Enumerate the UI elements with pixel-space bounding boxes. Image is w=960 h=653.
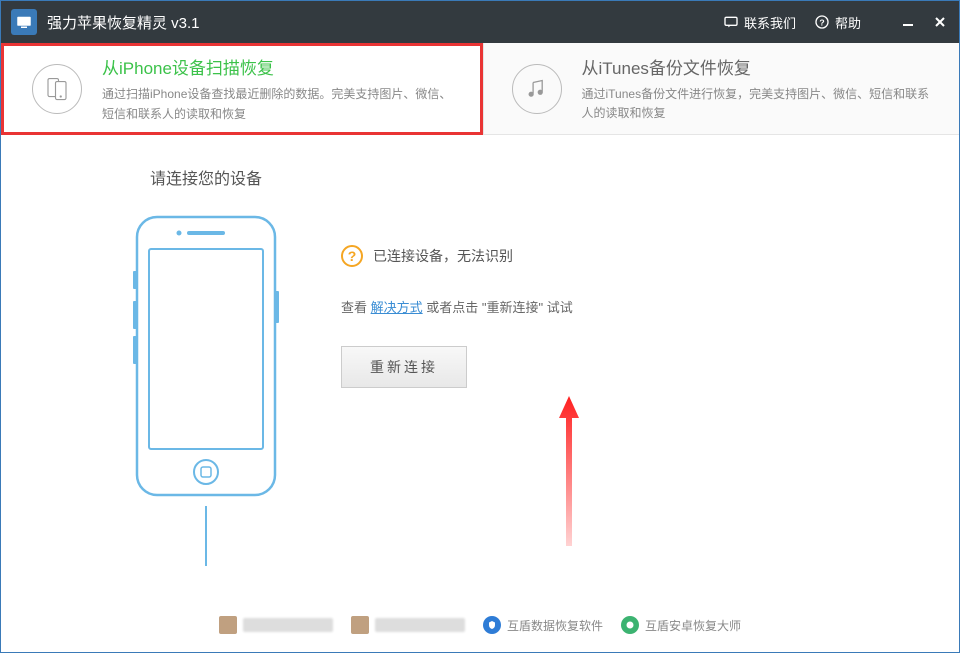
help-icon: ? (814, 14, 830, 30)
mode-iphone-desc: 通过扫描iPhone设备查找最近删除的数据。完美支持图片、微信、短信和联系人的读… (102, 85, 452, 123)
chat-icon (723, 14, 739, 30)
connect-prompt: 请连接您的设备 (150, 165, 262, 189)
phone-devices-icon (32, 64, 82, 114)
mode-iphone-scan[interactable]: 从iPhone设备扫描恢复 通过扫描iPhone设备查找最近删除的数据。完美支持… (1, 43, 483, 135)
status-line: ? 已连接设备，无法识别 (341, 245, 573, 267)
titlebar: 强力苹果恢复精灵 v3.1 联系我们 ? 帮助 (1, 1, 959, 43)
solution-link[interactable]: 解决方式 (371, 300, 423, 315)
shield-icon (483, 616, 501, 634)
minimize-button[interactable] (899, 13, 917, 31)
avatar-icon (351, 616, 369, 634)
svg-text:?: ? (819, 17, 824, 27)
app-title: 强力苹果恢复精灵 v3.1 (47, 12, 723, 33)
music-note-icon (512, 64, 562, 114)
minimize-icon (901, 15, 915, 29)
footer-link-data-recovery[interactable]: 互盾数据恢复软件 (483, 616, 603, 634)
avatar-icon (219, 616, 237, 634)
cable-illustration (205, 506, 207, 566)
main-content: 请连接您的设备 ? 已连接设备，无法识别 查看 解决方式 或者点击 "重新连接"… (1, 135, 959, 566)
status-text: 已连接设备，无法识别 (373, 246, 513, 266)
footer-item-1[interactable] (219, 616, 333, 634)
help-button[interactable]: ? 帮助 (814, 13, 861, 32)
close-button[interactable] (931, 13, 949, 31)
mode-itunes-backup[interactable]: 从iTunes备份文件恢复 通过iTunes备份文件进行恢复，完美支持图片、微信… (484, 43, 960, 135)
warning-icon: ? (341, 245, 363, 267)
footer-item-2[interactable] (351, 616, 465, 634)
footer-link-android-recovery[interactable]: 互盾安卓恢复大师 (621, 616, 741, 634)
reconnect-button[interactable]: 重新连接 (341, 346, 467, 388)
mode-itunes-title: 从iTunes备份文件恢复 (582, 54, 932, 79)
footer: 互盾数据恢复软件 互盾安卓恢复大师 (1, 616, 959, 634)
phone-illustration (131, 211, 281, 506)
contact-button[interactable]: 联系我们 (723, 13, 796, 32)
globe-icon (621, 616, 639, 634)
mode-itunes-desc: 通过iTunes备份文件进行恢复，完美支持图片、微信、短信和联系人的读取和恢复 (582, 85, 932, 123)
help-line: 查看 解决方式 或者点击 "重新连接" 试试 (341, 297, 573, 316)
mode-iphone-title: 从iPhone设备扫描恢复 (102, 54, 452, 79)
app-logo (11, 9, 37, 35)
mode-selector: 从iPhone设备扫描恢复 通过扫描iPhone设备查找最近删除的数据。完美支持… (1, 43, 959, 135)
close-icon (933, 15, 947, 29)
annotation-arrow (557, 396, 581, 551)
